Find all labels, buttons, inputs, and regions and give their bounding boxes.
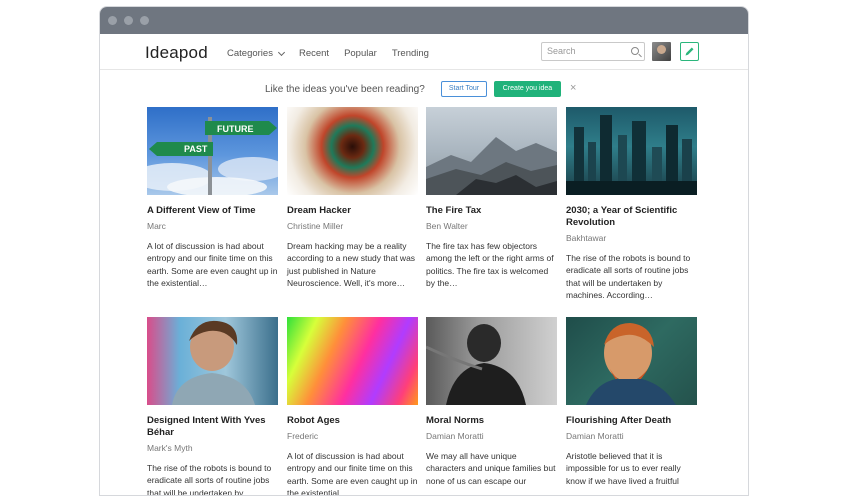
idea-author[interactable]: Damian Moratti bbox=[426, 431, 557, 441]
idea-title[interactable]: Moral Norms bbox=[426, 415, 557, 427]
navbar: Ideapod Categories Recent Popular Trendi… bbox=[100, 34, 748, 70]
city-image bbox=[566, 115, 697, 195]
idea-card[interactable]: Robot Ages Frederic A lot of discussion … bbox=[287, 317, 418, 496]
window-minimize-dot[interactable] bbox=[124, 16, 133, 25]
idea-image[interactable] bbox=[287, 107, 418, 195]
sign-future-label: FUTURE bbox=[217, 124, 254, 134]
search-input[interactable]: Search bbox=[541, 42, 645, 61]
idea-title[interactable]: 2030; a Year of Scientific Revolution bbox=[566, 205, 697, 229]
idea-title[interactable]: Flourishing After Death bbox=[566, 415, 697, 427]
idea-excerpt: A lot of discussion is had about entropy… bbox=[147, 241, 278, 288]
idea-author[interactable]: Christine Miller bbox=[287, 221, 418, 231]
pencil-icon bbox=[685, 47, 694, 56]
idea-title[interactable]: The Fire Tax bbox=[426, 205, 557, 217]
avatar[interactable] bbox=[652, 42, 671, 61]
search-icon[interactable] bbox=[631, 47, 639, 55]
idea-author[interactable]: Frederic bbox=[287, 431, 418, 441]
signpost-image bbox=[147, 117, 278, 195]
start-tour-button[interactable]: Start Tour bbox=[441, 81, 487, 97]
idea-card[interactable]: FUTURE PAST A Different View of Time Mar… bbox=[147, 107, 278, 289]
idea-excerpt: Dream hacking may be a reality according… bbox=[287, 241, 416, 288]
idea-image[interactable] bbox=[566, 107, 697, 195]
idea-author[interactable]: Marc bbox=[147, 221, 278, 231]
painting-image bbox=[586, 323, 676, 405]
idea-card[interactable]: Designed Intent With Yves Béhar Mark's M… bbox=[147, 317, 278, 496]
nav-categories-label: Categories bbox=[227, 48, 273, 59]
mountain-image bbox=[426, 137, 557, 195]
idea-author[interactable]: Damian Moratti bbox=[566, 431, 697, 441]
idea-image[interactable] bbox=[147, 317, 278, 405]
idea-card[interactable]: 2030; a Year of Scientific Revolution Ba… bbox=[566, 107, 697, 301]
banner-text: Like the ideas you've been reading? bbox=[265, 84, 425, 95]
idea-title[interactable]: A Different View of Time bbox=[147, 205, 278, 217]
idea-image[interactable]: FUTURE PAST bbox=[147, 107, 278, 195]
browser-window: Ideapod Categories Recent Popular Trendi… bbox=[99, 6, 749, 496]
edit-button[interactable] bbox=[680, 42, 699, 61]
idea-card[interactable]: Flourishing After Death Damian Moratti A… bbox=[566, 317, 697, 487]
create-idea-button[interactable]: Create you idea bbox=[494, 81, 561, 97]
idea-image[interactable] bbox=[287, 317, 418, 405]
logo[interactable]: Ideapod bbox=[145, 43, 208, 63]
idea-excerpt: Aristotle believed that it is impossible… bbox=[566, 451, 681, 486]
idea-image[interactable] bbox=[426, 317, 557, 405]
idea-author[interactable]: Mark's Myth bbox=[147, 443, 278, 453]
idea-excerpt: We may all have unique characters and un… bbox=[426, 451, 556, 486]
window-maximize-dot[interactable] bbox=[140, 16, 149, 25]
idea-title[interactable]: Designed Intent With Yves Béhar bbox=[147, 415, 278, 439]
window-close-dot[interactable] bbox=[108, 16, 117, 25]
chevron-down-icon bbox=[277, 48, 285, 56]
idea-card[interactable]: Dream Hacker Christine Miller Dream hack… bbox=[287, 107, 418, 289]
nav-trending[interactable]: Trending bbox=[392, 48, 429, 59]
window-titlebar bbox=[100, 7, 748, 34]
idea-author[interactable]: Ben Walter bbox=[426, 221, 557, 231]
idea-title[interactable]: Robot Ages bbox=[287, 415, 418, 427]
idea-excerpt: A lot of discussion is had about entropy… bbox=[287, 451, 418, 496]
nav-recent[interactable]: Recent bbox=[299, 48, 329, 59]
close-icon[interactable]: × bbox=[570, 82, 576, 94]
chained-man-image bbox=[426, 324, 526, 405]
search-placeholder: Search bbox=[547, 46, 576, 56]
nav-categories[interactable]: Categories bbox=[227, 48, 285, 59]
idea-card[interactable]: Moral Norms Damian Moratti We may all ha… bbox=[426, 317, 557, 487]
idea-card[interactable]: The Fire Tax Ben Walter The fire tax has… bbox=[426, 107, 557, 289]
sign-past-label: PAST bbox=[184, 144, 208, 154]
main-nav: Categories Recent Popular Trending bbox=[227, 48, 429, 59]
idea-image[interactable] bbox=[566, 317, 697, 405]
idea-image[interactable] bbox=[426, 107, 557, 195]
idea-title[interactable]: Dream Hacker bbox=[287, 205, 418, 217]
portrait-image bbox=[172, 320, 255, 405]
idea-excerpt: The rise of the robots is bound to eradi… bbox=[147, 463, 272, 496]
idea-author[interactable]: Bakhtawar bbox=[566, 233, 697, 243]
tour-banner: Like the ideas you've been reading? Star… bbox=[100, 81, 748, 99]
idea-excerpt: The fire tax has few objectors among the… bbox=[426, 241, 554, 288]
nav-popular[interactable]: Popular bbox=[344, 48, 377, 59]
idea-excerpt: The rise of the robots is bound to eradi… bbox=[566, 253, 691, 300]
